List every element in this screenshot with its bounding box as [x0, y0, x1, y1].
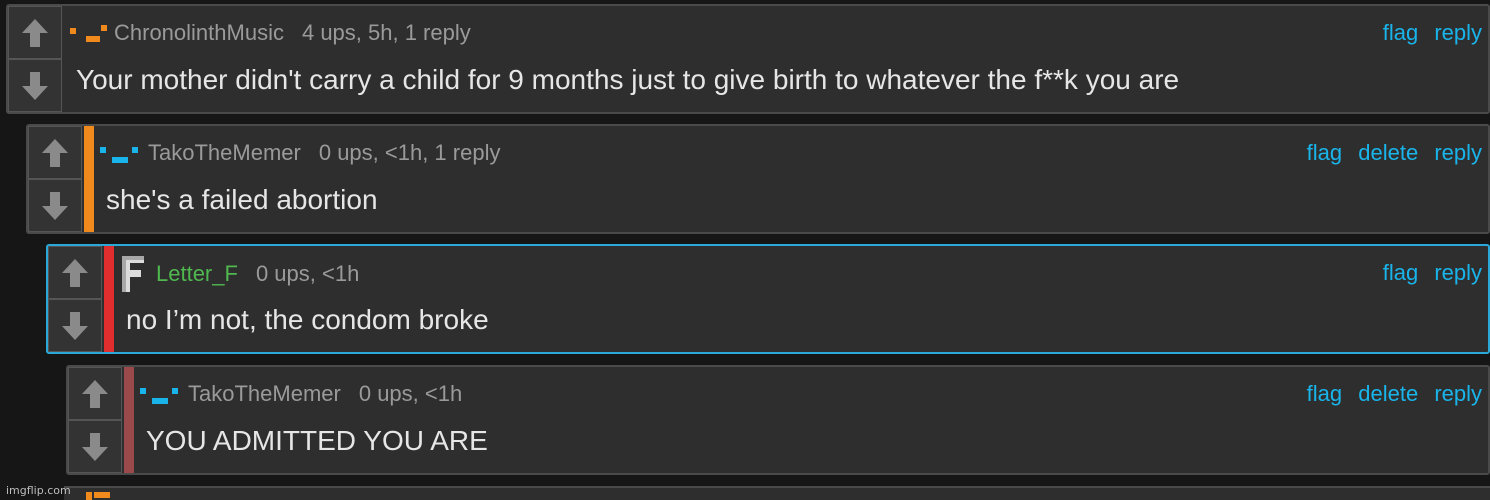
comment-meta: Letter_F 0 ups, <1h	[118, 254, 359, 294]
flag-link[interactable]: flag	[1383, 260, 1418, 285]
comment-body: ChronolinthMusic 4 ups, 5h, 1 reply flag…	[68, 6, 1488, 112]
arrow-up-icon	[62, 258, 88, 287]
comment-3: Letter_F 0 ups, <1h flag reply no I’m no…	[46, 244, 1490, 354]
vote-controls	[48, 246, 102, 352]
username[interactable]: ChronolinthMusic	[114, 20, 284, 46]
delete-link[interactable]: delete	[1358, 140, 1418, 165]
reply-link[interactable]: reply	[1434, 140, 1482, 165]
comment-actions: flag reply	[1373, 20, 1482, 46]
next-comment-partial	[64, 486, 1490, 500]
orange-pixel-face-icon	[86, 492, 110, 500]
flag-link[interactable]: flag	[1383, 20, 1418, 45]
username[interactable]: Letter_F	[156, 261, 238, 287]
vote-controls	[8, 6, 62, 112]
comment-meta: ChronolinthMusic 4 ups, 5h, 1 reply	[68, 20, 471, 46]
comment-2: TakoTheMemer 0 ups, <1h, 1 reply flag de…	[26, 124, 1490, 234]
comment-stats: 4 ups, 5h, 1 reply	[301, 20, 471, 45]
comment-actions: flag delete reply	[1297, 140, 1482, 166]
comment-meta: TakoTheMemer 0 ups, <1h, 1 reply	[98, 140, 500, 166]
comment-stats: 0 ups, <1h	[358, 381, 463, 406]
comment-4: TakoTheMemer 0 ups, <1h flag delete repl…	[66, 365, 1490, 475]
reply-link[interactable]: reply	[1434, 260, 1482, 285]
downvote-button[interactable]	[8, 59, 62, 112]
comment-text: YOU ADMITTED YOU ARE	[146, 425, 488, 456]
comment-actions: flag delete reply	[1297, 381, 1482, 407]
thread-indicator-bar	[84, 126, 94, 232]
comment-thread-page: ChronolinthMusic 4 ups, 5h, 1 reply flag…	[0, 0, 1490, 500]
blue-pixel-face-icon	[100, 147, 138, 163]
arrow-down-icon	[82, 432, 108, 461]
comment-meta: TakoTheMemer 0 ups, <1h	[138, 381, 462, 407]
comment-text: she's a failed abortion	[106, 184, 378, 215]
comment-text: no I’m not, the condom broke	[126, 304, 489, 335]
comment-stats: 0 ups, <1h, 1 reply	[318, 140, 501, 165]
imgflip-watermark: imgflip.com	[6, 484, 71, 497]
reply-link[interactable]: reply	[1434, 20, 1482, 45]
upvote-button[interactable]	[68, 367, 122, 420]
flag-link[interactable]: flag	[1307, 140, 1342, 165]
comment-1: ChronolinthMusic 4 ups, 5h, 1 reply flag…	[6, 4, 1490, 114]
thread-indicator-bar	[104, 246, 114, 352]
reply-link[interactable]: reply	[1434, 381, 1482, 406]
thread-indicator-bar	[124, 367, 134, 473]
comment-text: Your mother didn't carry a child for 9 m…	[76, 64, 1180, 95]
letter-f-icon	[122, 256, 144, 292]
vote-controls	[28, 126, 82, 232]
upvote-button[interactable]	[48, 246, 102, 299]
arrow-down-icon	[42, 191, 68, 220]
arrow-down-icon	[62, 311, 88, 340]
delete-link[interactable]: delete	[1358, 381, 1418, 406]
upvote-button[interactable]	[28, 126, 82, 179]
downvote-button[interactable]	[48, 299, 102, 352]
orange-pixel-face-icon	[70, 25, 107, 42]
comment-body: TakoTheMemer 0 ups, <1h flag delete repl…	[138, 367, 1488, 473]
flag-link[interactable]: flag	[1307, 381, 1342, 406]
blue-pixel-face-icon	[140, 388, 178, 404]
arrow-up-icon	[22, 18, 48, 47]
comment-body: Letter_F 0 ups, <1h flag reply no I’m no…	[118, 246, 1488, 352]
username[interactable]: TakoTheMemer	[148, 140, 301, 166]
downvote-button[interactable]	[28, 179, 82, 232]
arrow-up-icon	[82, 379, 108, 408]
comment-actions: flag reply	[1373, 260, 1482, 286]
arrow-up-icon	[42, 138, 68, 167]
arrow-down-icon	[22, 71, 48, 100]
downvote-button[interactable]	[68, 420, 122, 473]
username[interactable]: TakoTheMemer	[188, 381, 341, 407]
comment-stats: 0 ups, <1h	[255, 261, 360, 286]
comment-body: TakoTheMemer 0 ups, <1h, 1 reply flag de…	[98, 126, 1488, 232]
upvote-button[interactable]	[8, 6, 62, 59]
vote-controls	[68, 367, 122, 473]
